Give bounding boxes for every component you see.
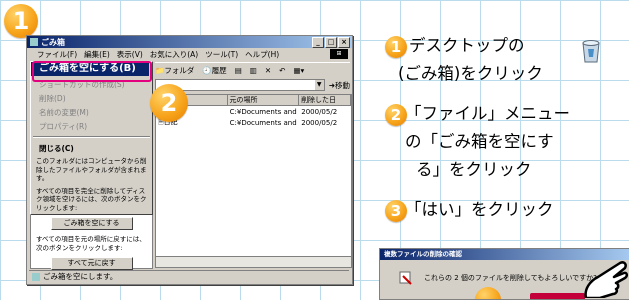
windows-logo-icon: ⊞ [330,49,348,59]
file-row[interactable]: 🗎日記 C:¥Documents and ... 2000/05/2 [156,117,351,128]
menu-edit[interactable]: 編集(E) [84,49,110,60]
menu-favorites[interactable]: お気に入り(A) [150,49,198,60]
window-titlebar[interactable]: ごみ箱 _ □ × [27,36,352,48]
instruction-3-badge: 3 [385,200,407,222]
step-2-badge: 2 [150,84,188,122]
maximize-button[interactable]: □ [325,36,337,48]
minimize-button[interactable]: _ [312,36,324,48]
menu-properties: プロパティ(R) [39,122,88,131]
copy-to-icon[interactable]: ▥ [250,66,257,75]
file-location: C:¥Documents and ... [229,118,300,127]
status-bar: ごみ箱を空にします。 [29,270,349,282]
recycle-bin-status-icon [32,272,40,281]
delete-icon[interactable]: ✕ [265,66,271,75]
folders-button[interactable]: 📁フォルダ [155,65,194,76]
menubar: ファイル(F) 編集(E) 表示(V) お気に入り(A) ツール(T) ヘルプ(… [27,48,352,60]
horizontal-scrollbar[interactable] [155,256,352,268]
yes-button-partial[interactable] [530,293,585,299]
file-date: 2000/05/2 [301,118,338,127]
step-3-badge-partial [475,287,501,299]
undo-icon[interactable]: ↶ [279,66,285,75]
menu-rename: 名前の変更(M) [39,108,89,117]
info-description: このフォルダにはコンピュータから削除したファイルやフォルダが含まれます。 [36,157,147,182]
views-icon[interactable]: ▦▾ [293,66,304,75]
column-deleted-date[interactable]: 削除した日 [299,95,352,105]
column-location[interactable]: 元の場所 [228,95,300,105]
file-location: C:¥Documents and ... [229,107,300,116]
callout-highlight-box [32,61,152,82]
move-to-icon[interactable]: ▤ [235,66,242,75]
status-text: ごみ箱を空にします。 [43,272,118,281]
instruction-2-line3: る」をクリック [416,160,532,179]
window-title: ごみ箱 [41,37,65,47]
instruction-1-line2: (ごみ箱)をクリック [398,64,543,83]
instruction-2-line1: 「ファイル」メニュー [405,104,570,123]
address-bar: ➜移動 [155,79,350,91]
empty-recycle-bin-button[interactable]: ごみ箱を空にする [50,217,133,230]
close-button[interactable]: × [338,36,350,48]
instruction-3-line1: 「はい」をクリック [405,200,554,219]
instruction-1-line1: デスクトップの [409,36,525,55]
restore-description: すべての項目を元の場所に戻すには、次のボタンをクリックします: [36,235,146,252]
recycle-bin-icon[interactable] [580,37,602,63]
file-list: 元の場所 削除した日 C:¥Documents and ... 2000/05/… [155,94,352,258]
restore-all-button[interactable]: すべて元に戻す [50,257,133,270]
dialog-message: これらの 2 個のファイルを削除してもよろしいですか? [424,274,597,282]
file-date: 2000/05/2 [301,107,338,116]
toolbar: 📁フォルダ 🕘履歴 ▤ ▥ ✕ ↶ ▦▾ [155,62,350,77]
history-button[interactable]: 🕘履歴 [202,65,226,76]
pointing-hand-icon [584,261,629,298]
instruction-2-line2: の「ごみ箱を空にす [405,132,554,151]
menu-close[interactable]: 閉じる(C) [31,141,152,155]
menu-view[interactable]: 表示(V) [117,49,143,60]
file-menu-dropdown: ショートカットの作成(S) 削除(D) 名前の変更(M) プロパティ(R) 閉じ… [30,61,153,270]
menu-tools[interactable]: ツール(T) [205,49,238,60]
step-1-badge: 1 [4,4,38,38]
instruction-1-badge: 1 [385,36,407,58]
menu-delete: 削除(D) [39,94,66,103]
instruction-2-badge: 2 [385,104,407,126]
empty-description: すべての項目を完全に削除してディスク領域を空けるには、次のボタンをクリックします… [36,186,147,212]
menu-help[interactable]: ヘルプ(H) [245,49,279,60]
menu-separator [33,136,150,138]
menu-file[interactable]: ファイル(F) [37,49,77,60]
go-button[interactable]: ➜移動 [329,80,350,91]
delete-files-icon [399,271,412,285]
recycle-bin-small-icon [30,38,38,46]
